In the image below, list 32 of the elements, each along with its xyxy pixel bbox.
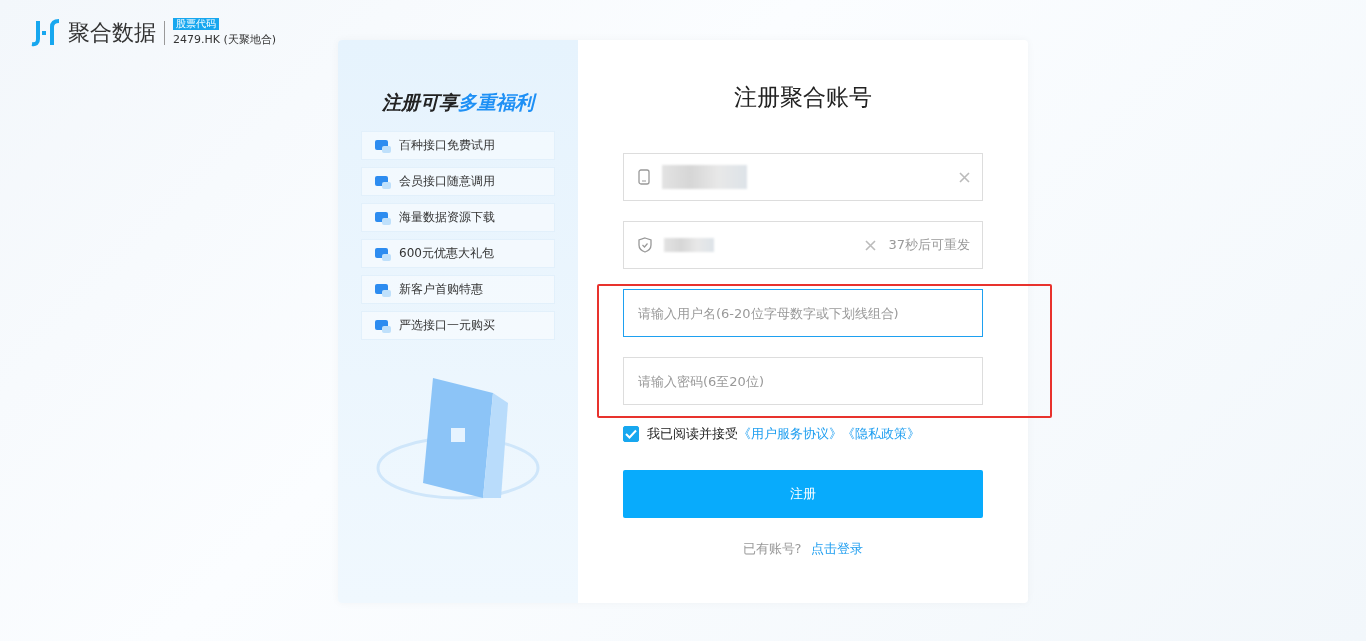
benefit-icon [375,318,391,333]
login-prompt: 已有账号? [742,540,802,558]
input-field[interactable]: 请输入用户名(6-20位字母数字或下划线组合) [623,289,983,337]
redacted-value [664,238,714,252]
benefit-icon [375,210,391,225]
policy-link[interactable]: 《用户服务协议》 [738,425,842,443]
register-button[interactable]: 注册 [623,470,983,518]
policy-link[interactable]: 《隐私政策》 [842,425,920,443]
stock-code: 2479.HK (天聚地合) [173,32,277,47]
benefit-icon [375,174,391,189]
agreement-checkbox[interactable] [623,426,639,442]
login-link[interactable]: 点击登录 [811,540,864,558]
brand-name: 聚合数据 [68,20,165,45]
stock-code-badge: 股票代码 [173,18,219,30]
agreement-text: 我已阅读并接受 [647,425,738,443]
benefit-icon [375,138,391,153]
clear-icon[interactable] [865,239,877,251]
phone-icon [638,169,650,185]
logo-icon [30,18,62,47]
benefit-text: 海量数据资源下载 [399,209,495,226]
clear-icon[interactable] [959,171,970,183]
benefit-text: 会员接口随意调用 [399,173,495,190]
resend-countdown: 37秒后可重发 [888,236,970,254]
benefit-icon [375,282,391,297]
benefit-text: 严选接口一元购买 [399,317,495,334]
benefit-icon [375,246,391,261]
benefit-text: 600元优惠大礼包 [399,245,494,262]
benefit-text: 百种接口免费试用 [399,137,495,154]
benefit-text: 新客户首购特惠 [399,281,483,298]
shield-check-icon [638,237,652,253]
input-field[interactable]: 37秒后可重发 [623,221,983,269]
form-title: 注册聚合账号 [734,83,872,112]
